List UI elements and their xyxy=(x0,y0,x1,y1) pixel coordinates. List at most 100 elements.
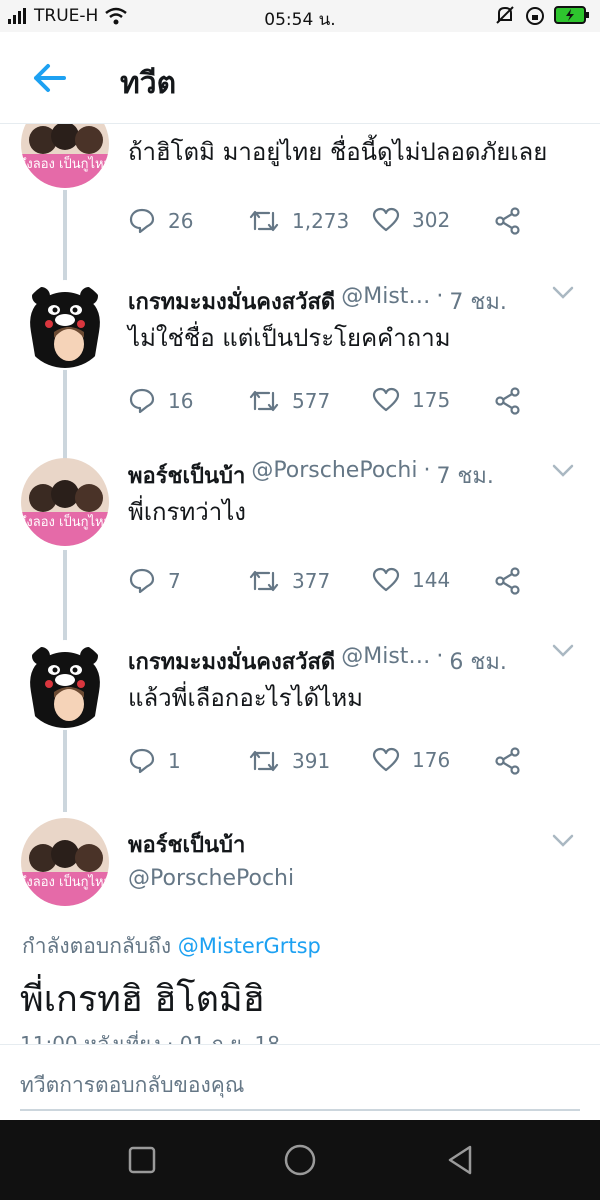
like-button[interactable]: 175 xyxy=(372,387,450,413)
author-handle[interactable]: @Mist… xyxy=(341,284,430,319)
like-button[interactable]: 302 xyxy=(372,207,450,233)
retweet-count: 377 xyxy=(292,569,331,593)
tweet-header: พอร์ชเป็นบ้า @PorschePochi · 7 ชม. xyxy=(128,458,550,493)
tweet-text: ไม่ใช่ชื่อ แต่เป็นประโยคคำถาม xyxy=(128,324,451,352)
tweet-time: 7 ชม. xyxy=(436,464,494,489)
mute-icon xyxy=(496,6,514,24)
avatar-caption: มึงลอง เป็นกูไหม xyxy=(21,872,109,890)
author-name[interactable]: พอร์ชเป็นบ้า xyxy=(128,458,245,493)
replying-to: กำลังตอบกลับถึง @MisterGrtsp xyxy=(22,930,321,963)
retweet-button[interactable]: 1,273 xyxy=(248,207,349,235)
like-count: 176 xyxy=(412,748,451,772)
tweet-actions: 1 391 176 xyxy=(128,747,528,777)
heart-icon xyxy=(372,747,400,772)
like-count: 302 xyxy=(412,208,451,232)
share-icon xyxy=(495,207,520,235)
separator-dot: · xyxy=(423,458,431,483)
share-button[interactable] xyxy=(494,207,522,235)
chevron-down-icon[interactable] xyxy=(552,286,574,300)
page-title: ทวีต xyxy=(120,66,177,101)
retweet-icon xyxy=(249,750,279,772)
author-name[interactable]: เกรทมะมงมั่นคงสวัสดี xyxy=(128,644,335,679)
reply-count: 26 xyxy=(168,209,194,233)
avatar-caption: มึงลอง เป็นกูไหม xyxy=(21,512,109,530)
author-handle[interactable]: @PorschePochi xyxy=(128,866,294,891)
like-count: 175 xyxy=(412,388,451,412)
reply-icon xyxy=(129,388,155,414)
battery-icon xyxy=(554,6,589,24)
tweet-header: เกรทมะมงมั่นคงสวัสดี @Mist… · 7 ชม. xyxy=(128,284,550,319)
reply-icon xyxy=(129,568,155,594)
author-name[interactable]: พอร์ชเป็นบ้า xyxy=(128,827,245,862)
separator-dot: · xyxy=(436,284,444,309)
avatar[interactable]: มึงลอง เป็นกูไหม xyxy=(21,818,109,906)
chevron-down-icon[interactable] xyxy=(552,464,574,478)
avatar[interactable] xyxy=(21,640,109,728)
author-handle[interactable]: @PorschePochi xyxy=(251,458,417,493)
retweet-icon xyxy=(249,390,279,412)
retweet-count: 577 xyxy=(292,389,331,413)
retweet-count: 391 xyxy=(292,749,331,773)
tweet-time: 6 ชม. xyxy=(449,650,507,675)
back-arrow-icon[interactable] xyxy=(30,58,70,98)
share-button[interactable] xyxy=(494,747,522,775)
reply-button[interactable]: 26 xyxy=(128,207,193,235)
like-button[interactable]: 176 xyxy=(372,747,450,773)
focused-tweet-text: พี่เกรทฮิ ฮิโตมิฮิ xyxy=(20,979,265,1020)
retweet-button[interactable]: 577 xyxy=(248,387,330,415)
tweet-actions: 26 1,273 302 xyxy=(128,207,528,237)
home-icon[interactable] xyxy=(282,1142,318,1178)
replying-label: กำลังตอบกลับถึง xyxy=(22,934,172,958)
avatar-caption: มึงลอง เป็นกูไหม xyxy=(21,154,109,172)
retweet-button[interactable]: 391 xyxy=(248,747,330,775)
thread-line xyxy=(63,370,67,462)
thread-line xyxy=(63,550,67,642)
reply-input[interactable]: ทวีตการตอบกลับของคุณ xyxy=(20,1063,580,1111)
author-name[interactable]: เกรทมะมงมั่นคงสวัสดี xyxy=(128,284,335,319)
tweet-text: แล้วพี่เลือกอะไรได้ไหม xyxy=(128,684,363,712)
back-icon[interactable] xyxy=(442,1142,478,1178)
avatar[interactable]: มึงลอง เป็นกูไหม xyxy=(21,458,109,546)
retweet-count: 1,273 xyxy=(292,209,350,233)
tweet-time: 7 ชม. xyxy=(449,290,507,315)
heart-icon xyxy=(372,567,400,592)
like-button[interactable]: 144 xyxy=(372,567,450,593)
avatar[interactable] xyxy=(21,280,109,368)
heart-icon xyxy=(372,207,400,232)
tweet-actions: 16 577 175 xyxy=(128,387,528,417)
reply-icon xyxy=(129,748,155,774)
separator-dot: · xyxy=(436,644,444,669)
tweet-timestamp: 11:00 หลังเที่ยง · 01 ก.ย. 18 xyxy=(20,1032,280,1044)
tweet-text: ถ้าฮิโตมิ มาอยู่ไทย ชื่อนี้ดูไม่ปลอดภัยเ… xyxy=(128,138,548,166)
share-icon xyxy=(495,747,520,775)
recent-apps-icon[interactable] xyxy=(124,1142,160,1178)
retweet-icon xyxy=(249,210,279,232)
heart-icon xyxy=(372,387,400,412)
author-handle[interactable]: @Mist… xyxy=(341,644,430,679)
reply-count: 1 xyxy=(168,749,181,773)
thread-line xyxy=(63,730,67,812)
app-header: ทวีต xyxy=(0,32,600,124)
reply-button[interactable]: 1 xyxy=(128,747,181,775)
thread-line xyxy=(63,190,67,290)
retweet-button[interactable]: 377 xyxy=(248,567,330,595)
chevron-down-icon[interactable] xyxy=(552,644,574,658)
avatar[interactable]: มึงลอง เป็นกูไหม xyxy=(21,124,109,188)
reply-count: 16 xyxy=(168,389,194,413)
share-button[interactable] xyxy=(494,387,522,415)
share-button[interactable] xyxy=(494,567,522,595)
share-icon xyxy=(495,387,520,415)
alarm-lock-icon xyxy=(526,7,544,25)
tweet-header: เกรทมะมงมั่นคงสวัสดี @Mist… · 6 ชม. xyxy=(128,644,550,679)
like-count: 144 xyxy=(412,568,451,592)
reply-button[interactable]: 7 xyxy=(128,567,181,595)
share-icon xyxy=(495,567,520,595)
status-bar: TRUE-H 05:54 น. xyxy=(0,0,600,32)
status-icons xyxy=(494,4,590,26)
tweet-thread[interactable]: มึงลอง เป็นกูไหม ถ้าฮิโตมิ มาอยู่ไทย ชื่… xyxy=(0,124,600,1044)
reply-button[interactable]: 16 xyxy=(128,387,193,415)
retweet-icon xyxy=(249,570,279,592)
mention-link[interactable]: @MisterGrtsp xyxy=(178,934,321,958)
reply-icon xyxy=(129,208,155,234)
chevron-down-icon[interactable] xyxy=(552,834,574,848)
